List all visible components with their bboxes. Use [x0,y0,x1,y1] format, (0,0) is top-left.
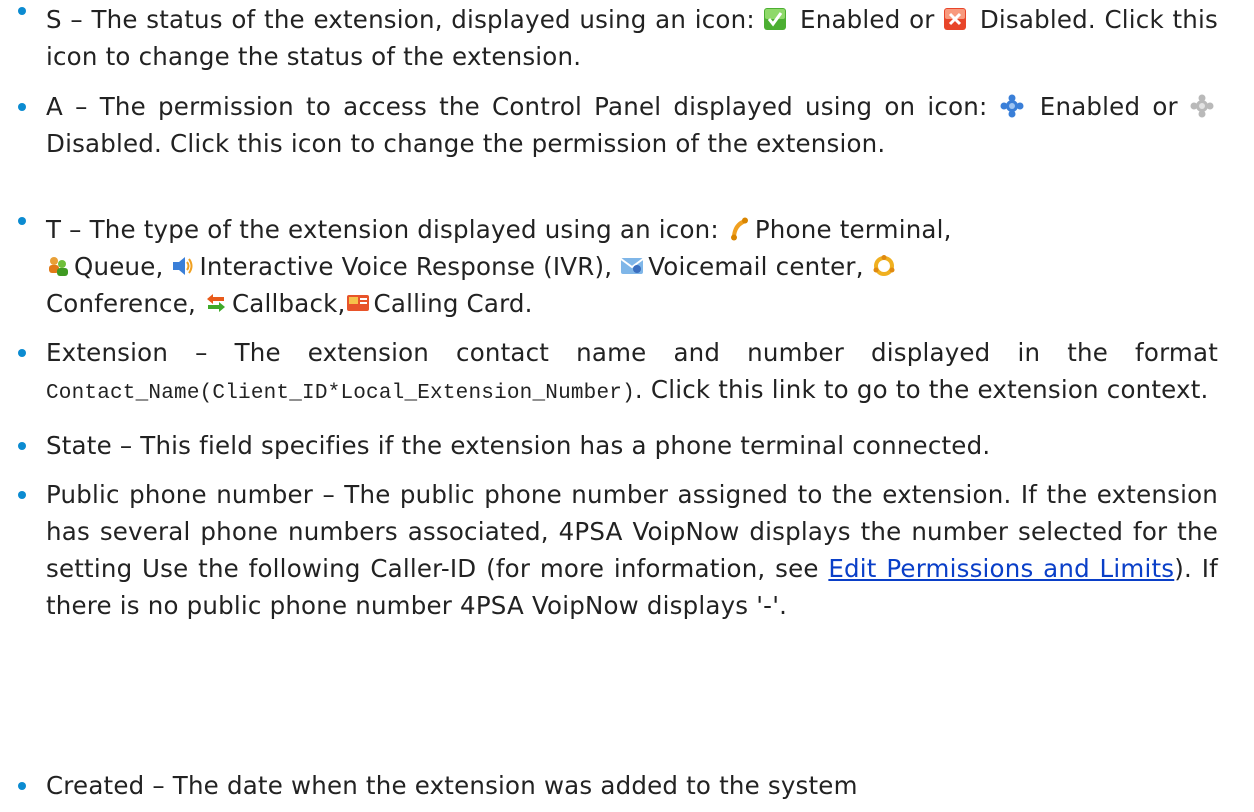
list-item-created: Created – The date when the extension wa… [18,767,1218,804]
document-page: S – The status of the extension, display… [0,0,1254,812]
item-text: Disabled. Click this icon to change the … [46,129,886,158]
type-label-calling-card: Calling Card. [373,289,533,318]
type-label-conference: Conference, [46,289,196,318]
item-text: S – The status of the extension, display… [46,5,764,34]
list-item-extension: Extension – The extension contact name a… [18,334,1218,412]
item-text: A – The permission to access the Control… [46,92,1000,121]
list-item-state: State – This field specifies if the exte… [18,427,1218,464]
item-text: State – This field specifies if the exte… [46,431,991,460]
list-item-type: T – The type of the extension displayed … [18,211,1218,322]
type-label-queue: Queue, [74,252,164,281]
ivr-speaker-icon [171,254,195,278]
item-text: Created – The date when the extension wa… [46,771,858,800]
puzzle-disabled-icon[interactable] [1190,94,1214,118]
format-code: Contact_Name(Client_ID*Local_Extension_N… [46,382,635,405]
queue-people-icon [46,254,70,278]
voicemail-envelope-icon [620,254,644,278]
conference-ring-icon [872,254,896,278]
puzzle-enabled-icon[interactable] [1000,94,1024,118]
list-item-access: A – The permission to access the Control… [18,88,1218,162]
close-disabled-icon[interactable] [943,7,967,31]
item-text: Enabled or [791,5,944,34]
phone-handset-icon [727,217,751,241]
type-label-voicemail: Voicemail center, [648,252,864,281]
edit-permissions-link[interactable]: Edit Permissions and Limits [828,554,1174,583]
list-item-public-phone: Public phone number – The public phone n… [18,476,1218,624]
type-label-callback: Callback, [232,289,346,318]
callback-arrows-icon [204,291,228,315]
type-label-ivr: Interactive Voice Response (IVR), [199,252,613,281]
item-text: Enabled or [1027,92,1190,121]
checkbox-enabled-icon[interactable] [763,7,787,31]
calling-card-icon [346,291,370,315]
item-text: . Click this link to go to the extension… [634,375,1209,404]
item-text: T – The type of the extension displayed … [46,215,727,244]
type-label-phone: Phone terminal, [754,215,952,244]
list-item-status: S – The status of the extension, display… [18,1,1218,75]
item-text: Extension – The extension contact name a… [46,338,1218,367]
